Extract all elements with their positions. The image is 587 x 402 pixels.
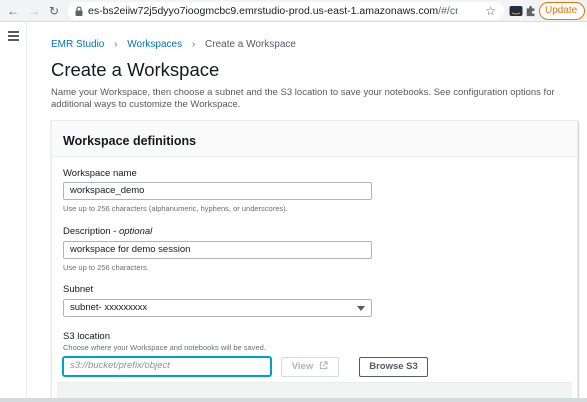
- browser-toolbar: ← → ↻ es-bs2eiiw72j5dyyo7ioogmcbc9.emrst…: [0, 0, 587, 22]
- description-input[interactable]: workspace for demo session: [63, 241, 372, 259]
- bookmark-star-icon[interactable]: ☆: [485, 3, 496, 19]
- page-description: Name your Workspace, then choose a subne…: [51, 87, 555, 110]
- address-bar[interactable]: es-bs2eiiw72j5dyyo7ioogmcbc9.emrstudio-p…: [68, 2, 504, 20]
- aws-extension-icon[interactable]: [509, 4, 523, 18]
- description-label: Description - optional: [63, 226, 153, 237]
- subnet-selected-value: subnet- xxxxxxxxx: [70, 302, 148, 313]
- view-button[interactable]: View: [281, 357, 339, 377]
- s3-location-input[interactable]: s3://bucket/prefix/object: [63, 357, 271, 376]
- breadcrumb: EMR Studio › Workspaces › Create a Works…: [51, 39, 296, 51]
- breadcrumb-link-workspaces[interactable]: Workspaces: [127, 39, 182, 50]
- update-button[interactable]: Update: [539, 2, 585, 20]
- s3-location-hint: Choose where your Workspace and notebook…: [63, 343, 266, 352]
- subnet-label: Subnet: [63, 284, 94, 295]
- page-title: Create a Workspace: [51, 59, 220, 80]
- workspace-name-label: Workspace name: [63, 168, 137, 179]
- s3-location-label: S3 location: [63, 331, 111, 342]
- reload-icon[interactable]: ↻: [47, 3, 61, 19]
- lock-icon: [75, 6, 83, 16]
- back-arrow-icon[interactable]: ←: [6, 3, 20, 19]
- description-hint: Use up to 256 characters.: [63, 263, 149, 272]
- workspace-name-hint: Use up to 256 characters (alphanumeric, …: [63, 204, 288, 213]
- browse-s3-button[interactable]: Browse S3: [359, 357, 428, 377]
- s3-location-placeholder: s3://bucket/prefix/object: [70, 360, 170, 371]
- window-bottom-edge: [0, 398, 587, 402]
- breadcrumb-current: Create a Workspace: [205, 39, 296, 50]
- chevron-right-icon: ›: [114, 39, 118, 50]
- puzzle-extensions-icon[interactable]: [525, 4, 537, 18]
- panel-header: Workspace definitions: [52, 121, 577, 157]
- forward-arrow-icon[interactable]: →: [27, 3, 41, 19]
- external-link-icon: [320, 361, 328, 370]
- caret-down-icon: [357, 306, 365, 311]
- workspace-name-input[interactable]: workspace_demo: [63, 182, 372, 200]
- side-navigation: [0, 22, 27, 402]
- menu-icon[interactable]: [8, 31, 19, 41]
- subnet-select[interactable]: subnet- xxxxxxxxx: [63, 299, 372, 317]
- url-text: es-bs2eiiw72j5dyyo7ioogmcbc9.emrstudio-p…: [88, 5, 458, 17]
- chevron-right-icon: ›: [191, 39, 196, 50]
- panel-title: Workspace definitions: [63, 134, 197, 148]
- breadcrumb-link-emr-studio[interactable]: EMR Studio: [51, 39, 104, 50]
- workspace-definitions-panel: Workspace definitions Workspace name wor…: [51, 120, 578, 402]
